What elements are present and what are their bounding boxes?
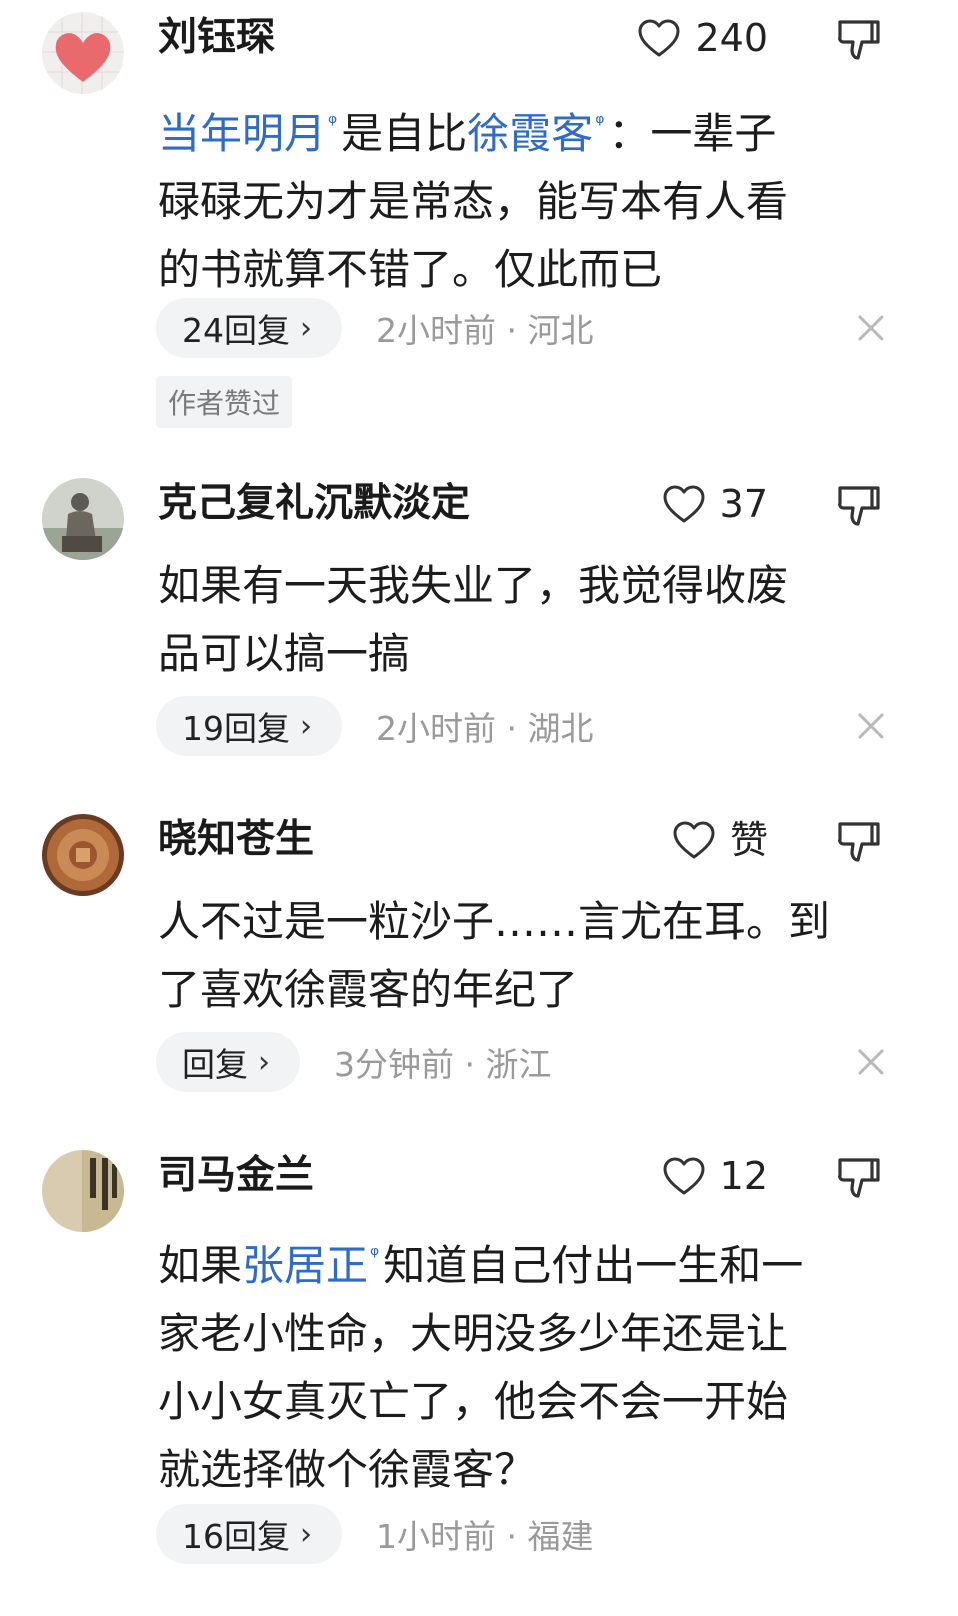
dislike-icon[interactable] (834, 16, 882, 64)
comment-meta: 16回复 › 1小时前 · 福建 (156, 1504, 593, 1564)
search-link[interactable]: 徐霞客 (467, 109, 593, 158)
heart-icon (663, 1157, 705, 1195)
dislike-icon[interactable] (834, 482, 882, 530)
close-icon[interactable] (854, 709, 888, 743)
like-count: 赞 (729, 818, 768, 862)
search-link[interactable]: 当年明月 (158, 109, 326, 158)
close-icon[interactable] (854, 311, 888, 345)
heart-icon (663, 485, 705, 523)
author-liked-badge: 作者赞过 (156, 376, 293, 428)
avatar[interactable] (42, 478, 124, 560)
search-icon: ᵠ (595, 111, 605, 136)
timestamp-location: 2小时前 · 湖北 (376, 709, 594, 748)
comment-text: 当年明月ᵠ是自比徐霞客ᵠ：一辈子 碌碌无为才是常态，能写本有人看 的书就算不错了… (158, 109, 789, 294)
like-count: 37 (719, 482, 768, 526)
avatar[interactable] (42, 12, 124, 94)
comment-meta: 19回复 › 2小时前 · 湖北 (156, 696, 593, 756)
like-count: 240 (695, 16, 768, 60)
timestamp-location: 2小时前 · 河北 (376, 311, 594, 350)
like-button[interactable]: 37 (662, 478, 768, 530)
comment-text: 人不过是一粒沙子……言尤在耳。到 了喜欢徐霞客的年纪了 (158, 897, 831, 1014)
comment-meta: 24回复 › 2小时前 · 河北 (156, 298, 593, 358)
chevron-right-icon: › (300, 708, 312, 744)
comment-text: 如果有一天我失业了，我觉得收废 品可以搞一搞 (158, 561, 789, 678)
timestamp-location: 3分钟前 · 浙江 (334, 1045, 552, 1084)
search-icon: ᵠ (328, 111, 338, 136)
reply-button[interactable]: 24回复 › (156, 298, 342, 358)
like-button[interactable]: 12 (662, 1150, 768, 1202)
like-button[interactable]: 赞 (672, 814, 768, 866)
dislike-icon[interactable] (834, 818, 882, 866)
heart-icon (673, 821, 715, 859)
avatar[interactable] (42, 1150, 124, 1232)
close-icon[interactable] (854, 1045, 888, 1079)
reply-button[interactable]: 19回复 › (156, 696, 342, 756)
dislike-icon[interactable] (834, 1154, 882, 1202)
username[interactable]: 司马金兰 (158, 1150, 314, 1202)
reply-button[interactable]: 回复 › (156, 1032, 300, 1092)
like-count: 12 (719, 1154, 768, 1198)
username[interactable]: 刘钰琛 (158, 12, 275, 64)
search-icon: ᵠ (370, 1243, 380, 1268)
timestamp-location: 1小时前 · 福建 (376, 1517, 594, 1556)
avatar[interactable] (42, 814, 124, 896)
username[interactable]: 晓知苍生 (158, 814, 314, 866)
username[interactable]: 克己复礼沉默淡定 (158, 478, 470, 530)
comment-meta: 回复 › 3分钟前 · 浙江 (156, 1032, 551, 1092)
chevron-right-icon: › (300, 310, 312, 346)
like-button[interactable]: 240 (637, 12, 768, 64)
search-link[interactable]: 张居正 (242, 1241, 368, 1290)
reply-button[interactable]: 16回复 › (156, 1504, 342, 1564)
chevron-right-icon: › (300, 1516, 312, 1552)
chevron-right-icon: › (258, 1044, 270, 1080)
comment-text: 如果张居正ᵠ知道自己付出一生和一 家老小性命，大明没多少年还是让 小小女真灭亡了… (158, 1241, 804, 1494)
heart-icon (638, 19, 680, 57)
